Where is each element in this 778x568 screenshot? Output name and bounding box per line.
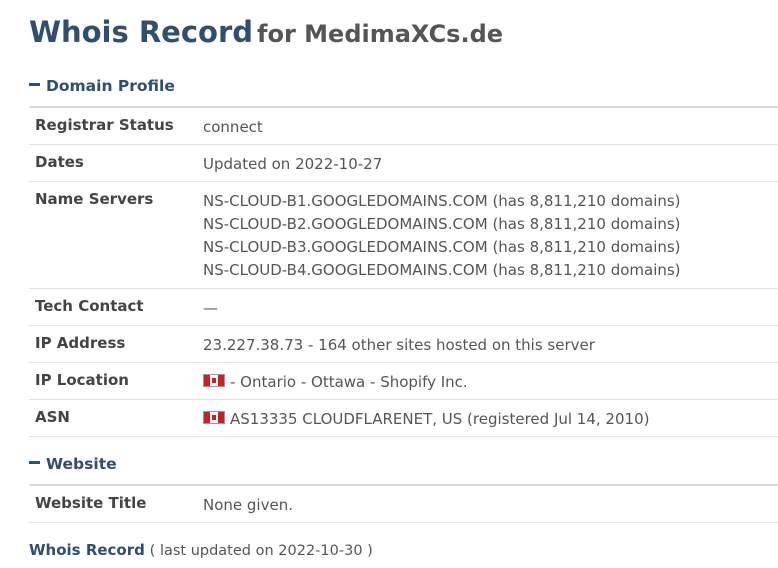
row-asn: ASN AS13335 CLOUDFLARENET, US (registere… [29, 400, 778, 437]
value-tech-contact: — [203, 299, 218, 317]
whois-page: Whois Record for MedimaXCs.de Domain Prof… [0, 0, 778, 568]
collapse-icon [29, 461, 40, 464]
label-ip-address: IP Address [35, 334, 126, 352]
section-heading-domain-profile: Domain Profile [46, 77, 175, 95]
canada-flag-icon [203, 374, 225, 387]
row-dates: Dates Updated on 2022-10-27 [29, 145, 778, 182]
row-ip-address: IP Address 23.227.38.73 - 164 other site… [29, 326, 778, 363]
website-table: Website Title None given. [29, 484, 778, 523]
value-asn: AS13335 CLOUDFLARENET, US (registered Ju… [203, 408, 649, 431]
value-website-title: None given. [203, 496, 293, 514]
whois-record-link[interactable]: Whois Record [29, 541, 145, 559]
domain-profile-table: Registrar Status connect Dates Updated o… [29, 106, 778, 437]
value-name-servers: NS-CLOUD-B1.GOOGLEDOMAINS.COM (has 8,811… [203, 190, 681, 282]
label-ip-location: IP Location [35, 371, 129, 389]
canada-flag-icon [203, 411, 225, 424]
label-asn: ASN [35, 408, 70, 426]
section-toggle-domain-profile[interactable]: Domain Profile [29, 77, 175, 95]
label-tech-contact: Tech Contact [35, 297, 144, 315]
label-registrar-status: Registrar Status [35, 116, 174, 134]
section-heading-website: Website [46, 455, 117, 473]
collapse-icon [29, 83, 40, 86]
name-server-1[interactable]: NS-CLOUD-B1.GOOGLEDOMAINS.COM (has 8,811… [203, 190, 681, 213]
page-title: Whois Record for MedimaXCs.de [29, 12, 503, 50]
whois-record-footer: Whois Record ( last updated on 2022-10-3… [29, 541, 373, 559]
row-ip-location: IP Location - Ontario - Ottawa - Shopify… [29, 363, 778, 400]
row-registrar-status: Registrar Status connect [29, 108, 778, 145]
last-updated-note: ( last updated on 2022-10-30 ) [149, 543, 373, 559]
row-website-title: Website Title None given. [29, 486, 778, 523]
value-ip-location: - Ontario - Ottawa - Shopify Inc. [203, 371, 468, 394]
name-server-3[interactable]: NS-CLOUD-B3.GOOGLEDOMAINS.COM (has 8,811… [203, 236, 681, 259]
label-dates: Dates [35, 153, 84, 171]
label-website-title: Website Title [35, 494, 147, 512]
row-tech-contact: Tech Contact — [29, 289, 778, 326]
ip-location-text: - Ontario - Ottawa - Shopify Inc. [230, 373, 468, 391]
page-title-main: Whois Record [29, 15, 254, 49]
value-ip-address[interactable]: 23.227.38.73 - 164 other sites hosted on… [203, 334, 595, 357]
row-name-servers: Name Servers NS-CLOUD-B1.GOOGLEDOMAINS.C… [29, 182, 778, 289]
value-registrar-status: connect [203, 118, 263, 136]
name-server-4[interactable]: NS-CLOUD-B4.GOOGLEDOMAINS.COM (has 8,811… [203, 259, 681, 282]
page-title-domain: for MedimaXCs.de [257, 20, 504, 48]
asn-text: AS13335 CLOUDFLARENET, US (registered Ju… [230, 410, 650, 428]
value-dates: Updated on 2022-10-27 [203, 155, 383, 173]
label-name-servers: Name Servers [35, 190, 154, 208]
name-server-2[interactable]: NS-CLOUD-B2.GOOGLEDOMAINS.COM (has 8,811… [203, 213, 681, 236]
section-toggle-website[interactable]: Website [29, 455, 117, 473]
